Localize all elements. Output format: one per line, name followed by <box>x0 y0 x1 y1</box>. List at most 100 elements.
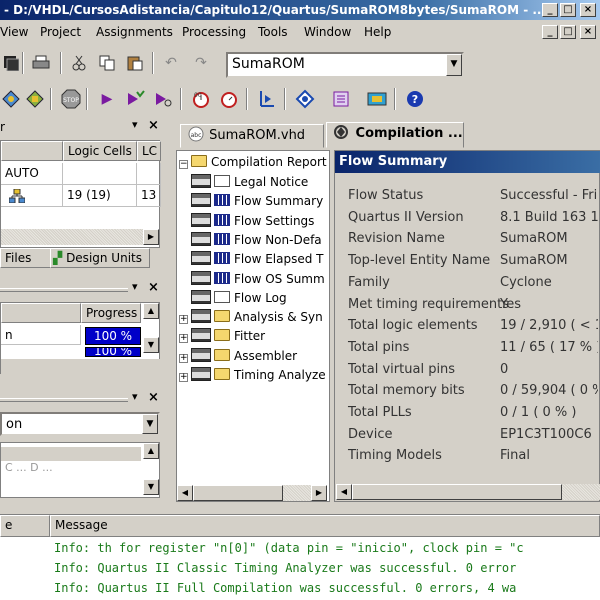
chevron-down-icon[interactable]: ▼ <box>142 414 158 434</box>
mdi-restore-button[interactable]: □ <box>560 25 576 39</box>
tree-item[interactable]: Flow Non-Defa <box>179 231 322 250</box>
flow-summary-scrollbar[interactable]: ◀ <box>336 484 600 500</box>
status-col-progress[interactable]: Progress % <box>81 303 141 323</box>
panel-float-icon[interactable]: ▾ <box>132 390 138 403</box>
report-printer-icon <box>191 367 211 381</box>
scroll-up-icon[interactable]: ▲ <box>143 443 159 459</box>
chevron-down-icon[interactable]: ▼ <box>446 54 462 76</box>
expand-icon[interactable]: + <box>179 353 188 363</box>
print-icon[interactable] <box>30 52 52 74</box>
scroll-left-icon[interactable]: ◀ <box>336 484 352 500</box>
scroll-right-icon[interactable]: ▶ <box>311 485 327 501</box>
menu-assignments[interactable]: Assignments <box>96 22 173 42</box>
tree-item[interactable]: + Assembler <box>179 347 297 366</box>
scroll-down-icon[interactable]: ▼ <box>143 479 159 495</box>
messages-col-message[interactable]: Message <box>50 515 600 537</box>
start-analysis-icon[interactable] <box>124 88 146 110</box>
scroll-up-icon[interactable]: ▲ <box>143 303 159 319</box>
paste-icon[interactable] <box>124 52 146 74</box>
collapse-icon[interactable]: − <box>179 160 188 169</box>
panel-close-icon[interactable]: × <box>148 390 159 405</box>
expand-icon[interactable]: + <box>179 334 188 344</box>
scrollbar-thumb[interactable] <box>352 484 562 500</box>
task-flow-combo[interactable]: on ▼ <box>0 412 160 436</box>
menu-processing[interactable]: Processing <box>182 22 246 42</box>
panel-float-icon[interactable]: ▾ <box>132 280 138 293</box>
scroll-right-icon[interactable]: ▶ <box>143 229 159 245</box>
menu-view[interactable]: View <box>0 22 28 42</box>
task-item[interactable]: C ... D ... <box>5 461 53 474</box>
tree-item[interactable]: Legal Notice <box>179 173 308 192</box>
status-col-module[interactable] <box>1 303 81 323</box>
expand-icon[interactable]: + <box>179 315 188 325</box>
expand-icon[interactable]: + <box>179 373 188 382</box>
tree-item[interactable]: Flow Elapsed T <box>179 250 324 269</box>
hierarchy-col-logic-cells[interactable]: Logic Cells <box>63 141 137 161</box>
tab-design-units[interactable]: ▞ Design Units <box>50 248 150 268</box>
cut-icon[interactable] <box>68 52 90 74</box>
tree-item[interactable]: + Analysis & Syn <box>179 308 323 327</box>
tasks-list: C ... D ... ▲ ▼ <box>0 442 160 498</box>
document-icon <box>214 175 230 187</box>
messages-col-type[interactable]: e <box>0 515 50 537</box>
message-line[interactable]: Info: Quartus II Full Compilation was su… <box>54 581 516 595</box>
maximize-button[interactable]: □ <box>560 3 576 17</box>
chip-planner-icon[interactable] <box>294 88 316 110</box>
entity-combo[interactable]: SumaROM ▼ <box>226 52 464 78</box>
megawizard-icon[interactable] <box>366 88 388 110</box>
tree-item-label: Fitter <box>234 329 266 344</box>
hierarchy-col-entity[interactable] <box>1 141 63 161</box>
table-cell[interactable] <box>1 185 63 207</box>
horizontal-scrollbar[interactable] <box>1 229 143 245</box>
menu-tools[interactable]: Tools <box>258 22 288 42</box>
status-table: Progress % ▲ n 100 % ▼ 100 % <box>0 302 161 375</box>
copy-icon[interactable] <box>96 52 118 74</box>
timing-analyzer-icon[interactable]: 00 <box>190 88 212 110</box>
start-compilation-icon[interactable]: ▶ <box>96 88 118 110</box>
svg-text:00: 00 <box>194 92 202 99</box>
tree-item[interactable]: + Timing Analyze <box>179 366 326 385</box>
toolbar-separator <box>22 52 24 74</box>
tab-sumarom-vhd[interactable]: abc SumaROM.vhd <box>180 124 324 148</box>
pin-planner-icon[interactable] <box>24 88 46 110</box>
undo-icon[interactable]: ↶ <box>160 52 182 74</box>
tree-item[interactable]: Flow OS Summ <box>179 270 325 289</box>
scroll-down-icon[interactable]: ▼ <box>143 337 159 353</box>
hierarchy-col-lc[interactable]: LC <box>137 141 161 161</box>
menu-help[interactable]: Help <box>364 22 391 42</box>
start-timing-icon[interactable] <box>152 88 174 110</box>
tree-item[interactable]: Flow Log <box>179 289 287 308</box>
tree-item[interactable]: + Fitter <box>179 327 265 346</box>
panel-float-icon[interactable]: ▾ <box>132 118 138 131</box>
redo-icon[interactable]: ↷ <box>190 52 212 74</box>
scrollbar-thumb[interactable] <box>193 485 283 501</box>
panel-close-icon[interactable]: × <box>148 118 159 133</box>
flow-summary-label: Total pins <box>348 339 410 355</box>
mdi-close-button[interactable]: × <box>580 25 596 39</box>
help-icon[interactable]: ? <box>404 88 426 110</box>
tree-item[interactable]: Flow Settings <box>179 212 314 231</box>
tab-compilation-report[interactable]: Compilation ... <box>326 122 464 148</box>
tree-root[interactable]: − Compilation Report <box>179 153 327 172</box>
scroll-left-icon[interactable]: ◀ <box>177 485 193 501</box>
stop-icon[interactable]: STOP <box>60 88 82 110</box>
rtl-viewer-icon[interactable] <box>330 88 352 110</box>
flow-summary-label: Met timing requirements <box>348 296 510 312</box>
panel-grip <box>0 398 128 402</box>
minimize-button[interactable]: _ <box>542 3 558 17</box>
menu-project[interactable]: Project <box>40 22 81 42</box>
save-all-icon[interactable] <box>0 52 22 74</box>
close-button[interactable]: × <box>580 3 596 17</box>
mdi-minimize-button[interactable]: _ <box>542 25 558 39</box>
assignment-editor-icon[interactable] <box>0 88 22 110</box>
menu-window[interactable]: Window <box>304 22 351 42</box>
panel-close-icon[interactable]: × <box>148 280 159 295</box>
progress-bar: 100 % <box>85 347 141 357</box>
message-line[interactable]: Info: th for register "n[0]" (data pin =… <box>54 541 524 555</box>
programmer-icon[interactable] <box>256 88 278 110</box>
message-line[interactable]: Info: Quartus II Classic Timing Analyzer… <box>54 561 516 575</box>
timequest-icon[interactable] <box>218 88 240 110</box>
table-cell[interactable]: AUTO <box>1 163 63 185</box>
horizontal-scrollbar[interactable] <box>1 359 161 375</box>
tree-item[interactable]: Flow Summary <box>179 192 323 211</box>
